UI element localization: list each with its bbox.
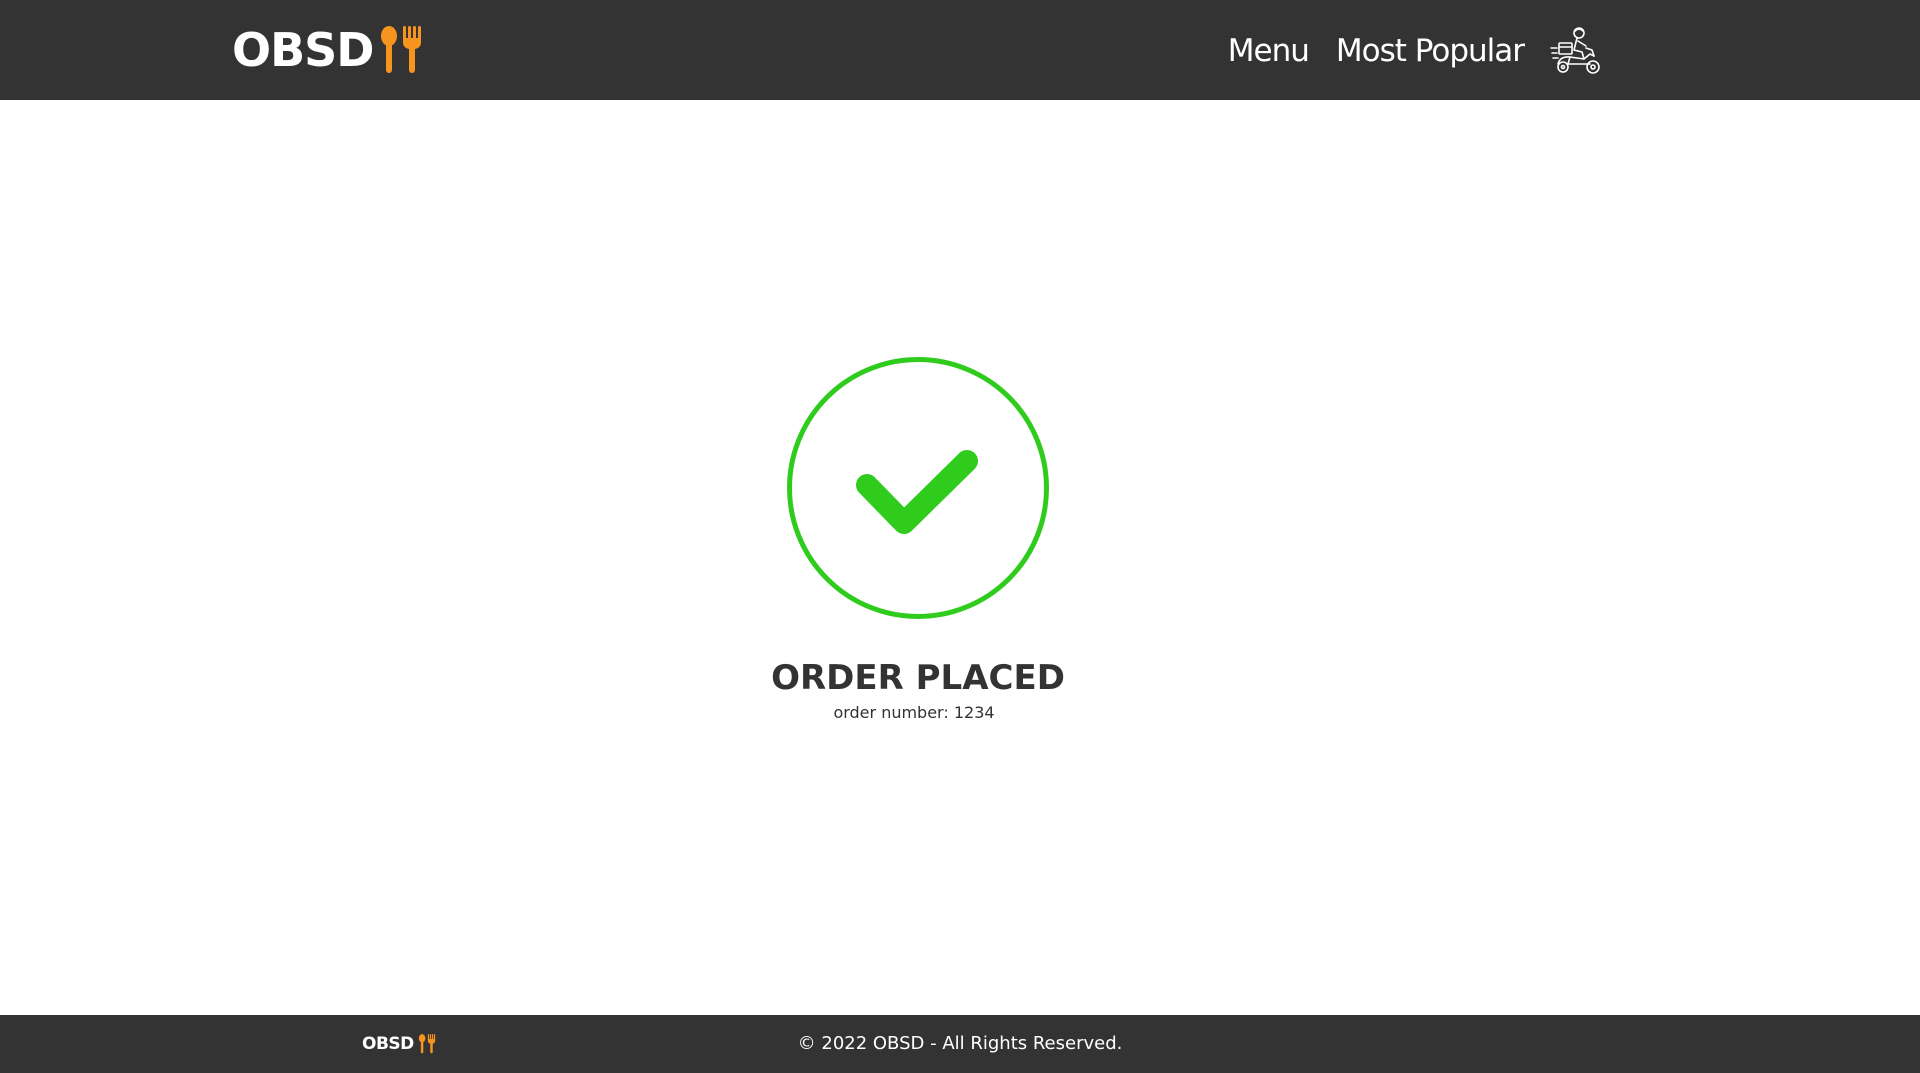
site-header: OBSD Menu Most Popular <box>0 0 1920 100</box>
spoon-fork-icon <box>379 26 423 74</box>
check-circle-icon <box>787 357 1049 619</box>
copyright-text: © 2022 OBSD - All Rights Reserved. <box>797 1033 1123 1054</box>
order-number-label: order number: <box>833 703 949 722</box>
order-confirmation: ORDER PLACED order number: 1234 <box>0 100 1920 1015</box>
order-status-title: ORDER PLACED <box>771 658 1065 698</box>
order-number-value: 1234 <box>953 703 995 722</box>
brand-logo[interactable]: OBSD <box>232 22 423 78</box>
delivery-scooter-icon[interactable] <box>1550 26 1602 76</box>
main-nav: Menu Most Popular <box>1201 26 1602 76</box>
nav-link-menu[interactable]: Menu <box>1228 26 1310 76</box>
brand-logo-text: OBSD <box>232 23 374 77</box>
nav-link-most-popular[interactable]: Most Popular <box>1336 26 1525 76</box>
site-footer: OBSD © 2022 OBSD - All Rights Reserved. <box>0 1015 1920 1073</box>
order-number-line: order number: 1234 <box>0 702 1828 724</box>
